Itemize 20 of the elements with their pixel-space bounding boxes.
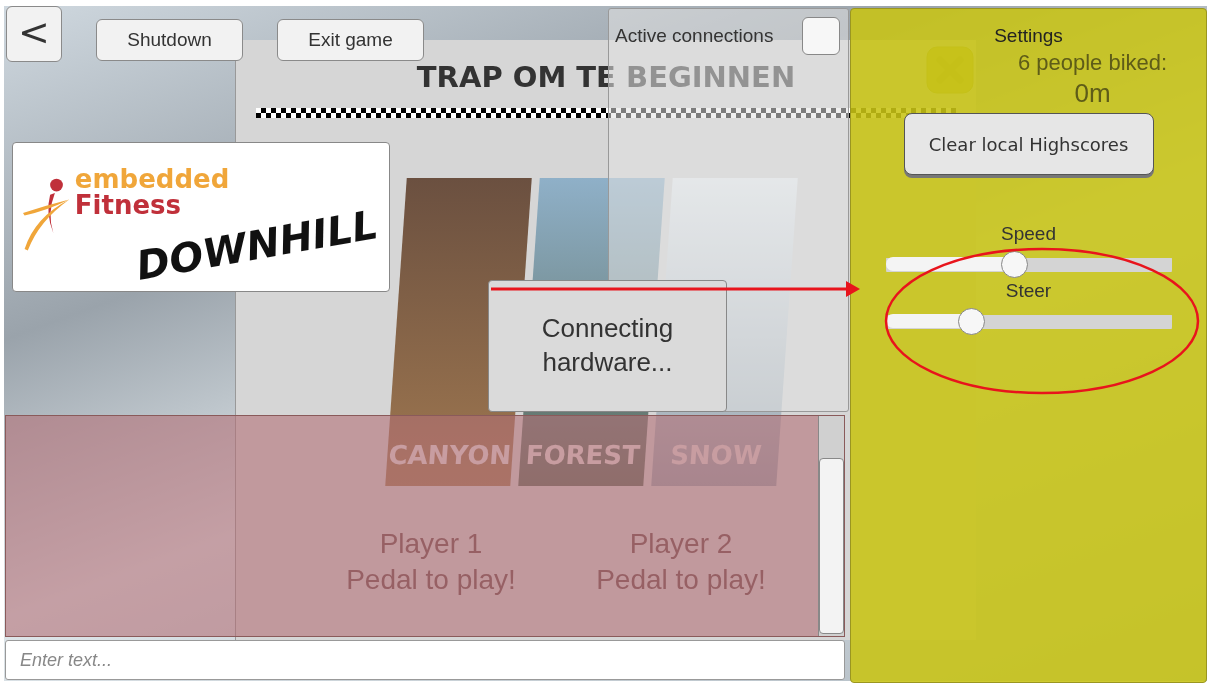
player-prompt: Player 2 Pedal to play! — [595, 527, 767, 598]
slider-label: Speed — [1001, 223, 1056, 245]
stats-label: 6 people biked: — [1017, 50, 1168, 76]
clear-highscores-button[interactable]: Clear local Highscores — [903, 113, 1154, 175]
console-input-field[interactable]: Enter text... — [5, 640, 845, 680]
slider-thumb[interactable] — [1001, 251, 1029, 278]
player-prompt: Player 1 Pedal to play! — [345, 527, 517, 598]
connections-checkbox[interactable] — [802, 17, 840, 55]
settings-title: Settings — [994, 25, 1063, 47]
brand-name: embedded — [74, 166, 231, 192]
connections-title: Active connections — [615, 25, 774, 47]
scrollbar-track[interactable] — [818, 416, 844, 636]
menu-button[interactable]: Shutdown — [96, 19, 243, 61]
menu-title: TRAP OM TE BEGINNEN — [416, 60, 796, 94]
menu-button[interactable]: Exit game — [277, 19, 424, 61]
scrollbar-thumb[interactable] — [819, 458, 844, 634]
back-button[interactable]: < — [6, 6, 62, 62]
stats-value: 0m — [1074, 78, 1111, 109]
slider-thumb[interactable] — [958, 308, 986, 335]
slider-label: Steer — [1005, 280, 1052, 302]
